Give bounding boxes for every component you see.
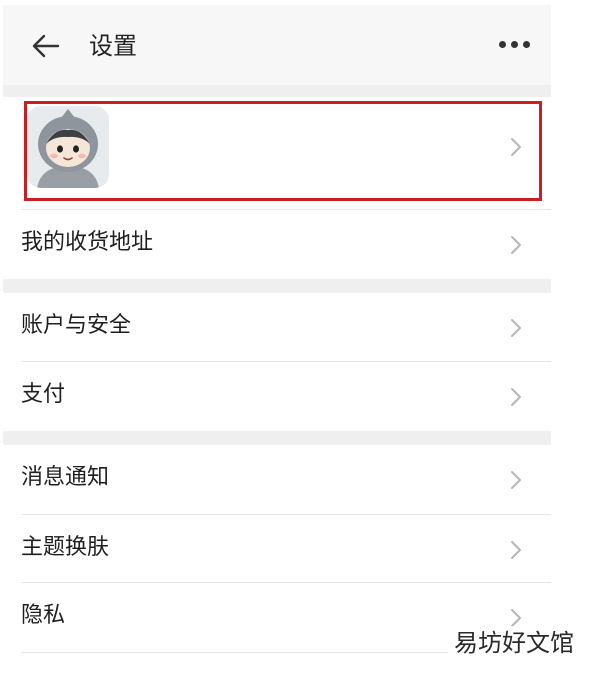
- chevron-right-icon: [511, 541, 521, 559]
- profile-row[interactable]: [3, 97, 551, 209]
- menu-item-theme[interactable]: 主题换肤: [3, 515, 551, 583]
- menu-item-label: 账户与安全: [21, 313, 132, 338]
- chevron-right-icon: [511, 388, 521, 406]
- group-account: 账户与安全 支付: [3, 293, 551, 431]
- menu-item-payment[interactable]: 支付: [3, 362, 551, 430]
- chevron-right-icon: [511, 609, 521, 627]
- page-title: 设置: [89, 32, 137, 60]
- menu-item-label: 隐私: [21, 603, 66, 628]
- more-options-icon[interactable]: [499, 41, 531, 51]
- chevron-right-icon: [511, 319, 521, 337]
- menu-item-notifications[interactable]: 消息通知: [3, 445, 551, 513]
- chevron-right-icon: [511, 138, 521, 156]
- menu-item-label: 主题换肤: [21, 535, 110, 560]
- menu-item-label: 我的收货地址: [21, 230, 154, 255]
- menu-item-account-security[interactable]: 账户与安全: [3, 293, 551, 361]
- back-arrow-icon[interactable]: [31, 33, 61, 59]
- highlight-box: [24, 101, 542, 201]
- menu-item-address[interactable]: 我的收货地址: [3, 210, 551, 278]
- watermark-text: 易坊好文馆: [448, 626, 580, 660]
- top-bar: 设置: [3, 5, 551, 85]
- menu-item-label: 支付: [21, 382, 66, 407]
- group-address: 我的收货地址: [3, 209, 551, 279]
- menu-item-label: 消息通知: [21, 465, 110, 490]
- settings-screen: 设置 我的收货地址 账户与安全 支付 消息通知 主题换肤 隐私: [3, 5, 551, 675]
- chevron-right-icon: [511, 236, 521, 254]
- chevron-right-icon: [511, 471, 521, 489]
